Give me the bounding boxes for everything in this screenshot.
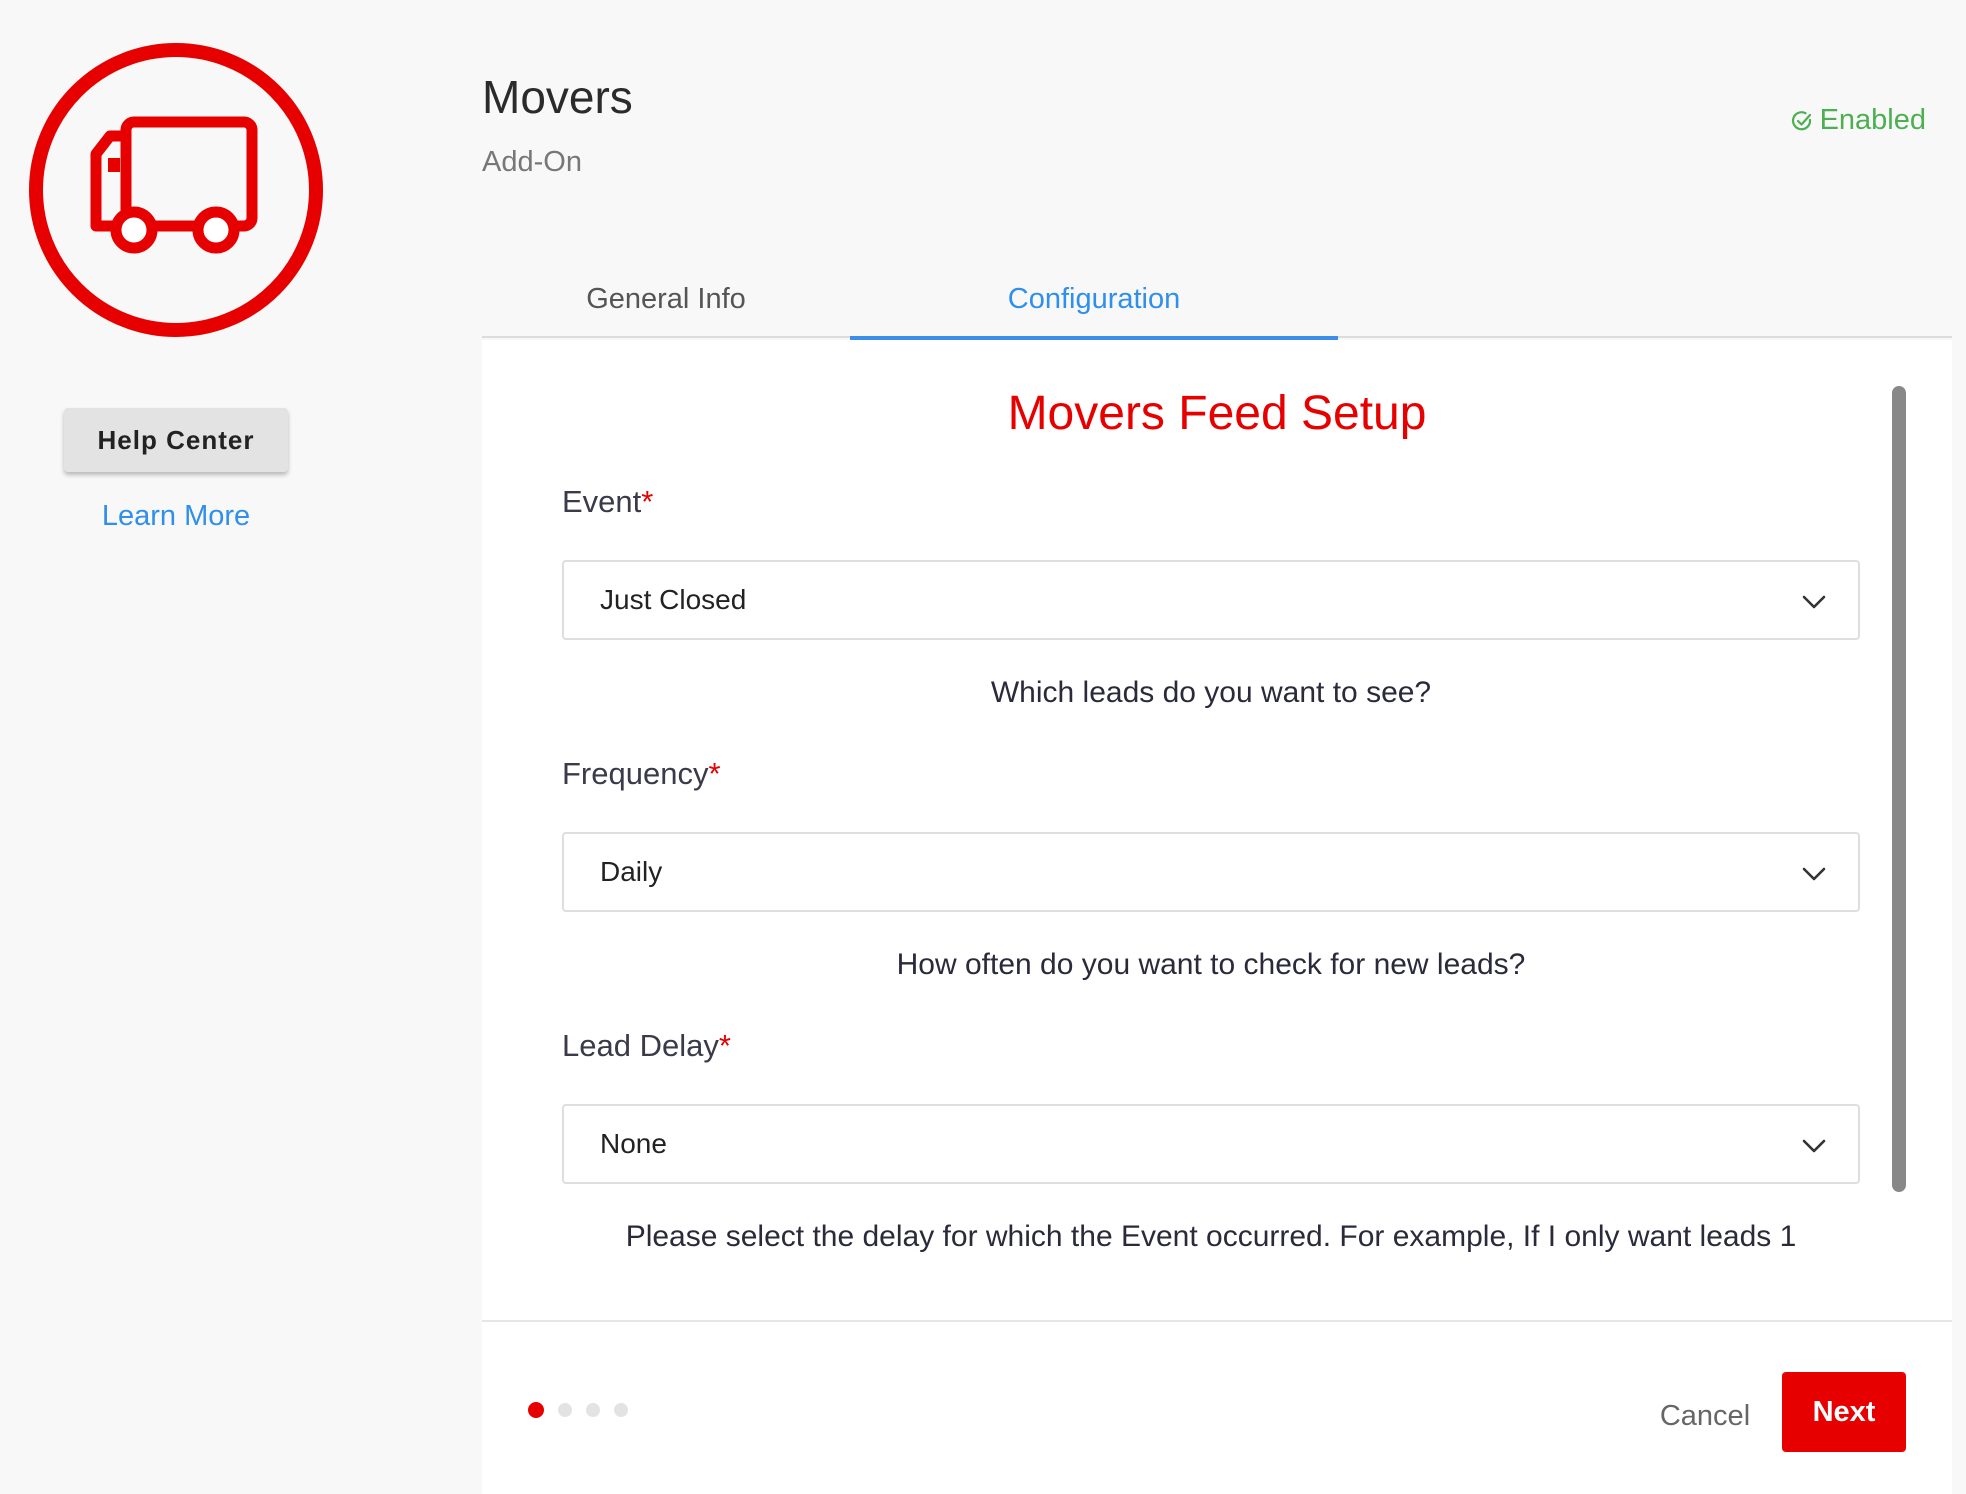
status-label: Enabled <box>1819 104 1926 136</box>
event-label-text: Event <box>562 484 642 519</box>
step-indicator <box>528 1402 628 1418</box>
tab-configuration[interactable]: Configuration <box>850 260 1338 340</box>
lead-delay-label: Lead Delay* <box>562 1028 731 1064</box>
frequency-select-value: Daily <box>600 856 663 887</box>
lead-delay-hint: Please select the delay for which the Ev… <box>625 1220 1797 1253</box>
frequency-select[interactable]: Daily <box>562 832 1860 912</box>
frequency-label-text: Frequency <box>562 756 709 791</box>
tab-general-info[interactable]: General Info <box>482 260 850 338</box>
page-title: Movers <box>482 71 633 123</box>
help-center-button[interactable]: Help Center <box>64 408 288 472</box>
cancel-button[interactable]: Cancel <box>1652 1386 1758 1446</box>
step-dot-4 <box>614 1403 628 1417</box>
learn-more-link[interactable]: Learn More <box>64 500 288 533</box>
required-marker: * <box>718 1028 731 1063</box>
step-dot-2 <box>558 1403 572 1417</box>
check-circle-icon <box>1791 110 1811 130</box>
status-badge: Enabled <box>1790 104 1926 137</box>
lead-delay-select-value: None <box>600 1128 667 1159</box>
chevron-down-icon <box>1802 595 1826 609</box>
wizard-footer: Cancel Next <box>482 1320 1952 1494</box>
event-label: Event* <box>562 484 653 520</box>
frequency-hint: How often do you want to check for new l… <box>896 948 1526 981</box>
event-hint: Which leads do you want to see? <box>990 676 1432 709</box>
required-marker: * <box>708 756 721 791</box>
page-subtitle: Add-On <box>482 146 582 178</box>
required-marker: * <box>641 484 654 519</box>
chevron-down-icon <box>1802 867 1826 881</box>
event-select-value: Just Closed <box>600 584 747 615</box>
chevron-down-icon <box>1802 1139 1826 1153</box>
frequency-label: Frequency* <box>562 756 721 792</box>
step-dot-3 <box>586 1403 600 1417</box>
truck-icon <box>29 43 323 337</box>
form-title: Movers Feed Setup <box>1007 387 1427 440</box>
tab-bar: General Info Configuration <box>482 260 1952 340</box>
scrollbar[interactable] <box>1892 386 1906 1192</box>
lead-delay-select[interactable]: None <box>562 1104 1860 1184</box>
step-dot-1 <box>528 1402 544 1418</box>
next-button[interactable]: Next <box>1782 1372 1906 1452</box>
lead-delay-label-text: Lead Delay <box>562 1028 719 1063</box>
event-select[interactable]: Just Closed <box>562 560 1860 640</box>
configuration-panel: Movers Feed Setup Event* Just Closed Whi… <box>482 340 1952 1494</box>
addon-page: Help Center Learn More Movers Add-On Ena… <box>0 0 1966 1494</box>
